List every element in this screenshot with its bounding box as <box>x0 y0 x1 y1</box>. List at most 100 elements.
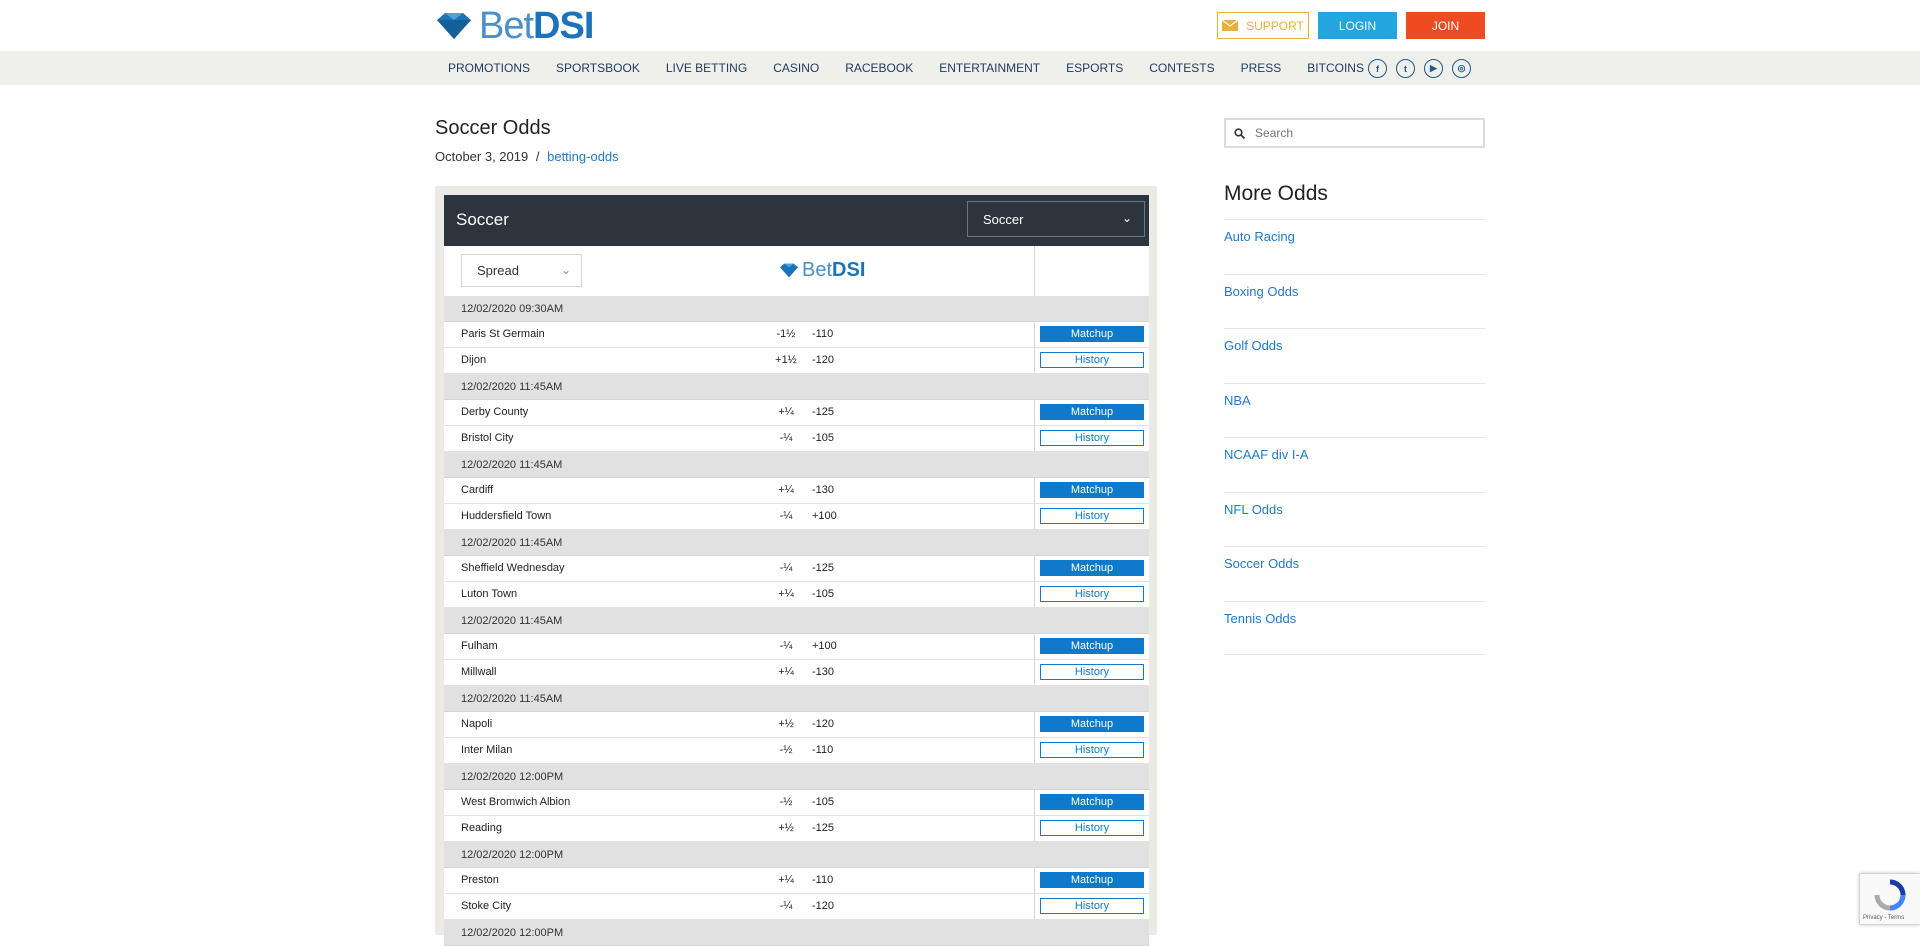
diamond-icon <box>780 263 798 278</box>
join-button[interactable]: JOIN <box>1406 12 1485 39</box>
column-divider <box>1034 738 1035 763</box>
history-button[interactable]: History <box>1040 742 1144 758</box>
matchup-button[interactable]: Matchup <box>1040 872 1144 888</box>
matchup-button[interactable]: Matchup <box>1040 716 1144 732</box>
spread-value: -¼ <box>779 640 793 652</box>
matchup-button[interactable]: Matchup <box>1040 326 1144 342</box>
spread-value: +½ <box>778 718 794 730</box>
table-row: Derby County +¼ -125 Matchup <box>444 400 1149 426</box>
chevron-down-icon: ⌄ <box>1121 211 1132 225</box>
more-odds-link[interactable]: NFL Odds <box>1224 493 1485 517</box>
history-button[interactable]: History <box>1040 898 1144 914</box>
team-name: Cardiff <box>461 484 494 496</box>
column-divider <box>1034 634 1035 659</box>
recaptcha-icon <box>1874 879 1906 911</box>
column-divider <box>1034 348 1035 373</box>
table-row: Napoli +½ -120 Matchup <box>444 712 1149 738</box>
team-name: Millwall <box>461 666 497 678</box>
market-select[interactable]: Spread ⌄ <box>461 254 582 287</box>
support-button[interactable]: SUPPORT <box>1217 12 1309 39</box>
betdsi-logo[interactable]: BetDSI <box>435 5 594 47</box>
table-row: Preston +¼ -110 Matchup <box>444 868 1149 894</box>
column-divider <box>1034 582 1035 607</box>
team-name: Huddersfield Town <box>461 510 552 522</box>
nav-item[interactable]: BITCOINS <box>1307 61 1364 75</box>
table-row: Huddersfield Town -¼ +100 History <box>444 504 1149 530</box>
more-odds-link[interactable]: Auto Racing <box>1224 220 1485 244</box>
twitter-icon[interactable]: t <box>1396 59 1415 78</box>
more-odds-link[interactable]: Tennis Odds <box>1224 602 1485 626</box>
team-name: Inter Milan <box>461 744 513 756</box>
more-odds-link[interactable]: Golf Odds <box>1224 329 1485 353</box>
logo-text-bold: DSI <box>533 5 594 47</box>
post-date: October 3, 2019 <box>435 149 529 164</box>
odds-value: -125 <box>812 406 835 418</box>
odds-value: -125 <box>812 822 835 834</box>
odds-value: +100 <box>812 510 837 522</box>
search-input[interactable] <box>1253 125 1477 141</box>
nav-item[interactable]: CASINO <box>773 61 819 75</box>
game-date-row: 12/02/2020 11:45AM <box>444 374 1149 400</box>
column-divider <box>1034 790 1035 815</box>
login-label: LOGIN <box>1338 18 1377 33</box>
more-odds-link[interactable]: NCAAF div I-A <box>1224 438 1485 462</box>
odds-value: +100 <box>812 640 837 652</box>
odds-value: -130 <box>812 484 835 496</box>
meta-separator: / <box>535 149 540 164</box>
support-label: SUPPORT <box>1246 18 1304 33</box>
nav-item[interactable]: ENTERTAINMENT <box>939 61 1040 75</box>
recaptcha-text: Privacy - Terms <box>1863 915 1905 921</box>
more-odds-link[interactable]: Soccer Odds <box>1224 547 1485 571</box>
page-title: Soccer Odds <box>435 117 551 139</box>
more-odds-link[interactable]: Boxing Odds <box>1224 275 1485 299</box>
facebook-icon[interactable]: f <box>1368 59 1387 78</box>
nav-item[interactable]: LIVE BETTING <box>666 61 747 75</box>
table-row: Bristol City -¼ -105 History <box>444 426 1149 452</box>
sport-select-value: Soccer <box>983 211 1024 227</box>
instagram-icon[interactable]: ◎ <box>1452 59 1471 78</box>
market-select-value: Spread <box>477 263 519 278</box>
nav-item[interactable]: PROMOTIONS <box>448 61 530 75</box>
nav-item[interactable]: SPORTSBOOK <box>556 61 640 75</box>
history-button[interactable]: History <box>1040 508 1144 524</box>
spread-value: -½ <box>779 744 793 756</box>
matchup-button[interactable]: Matchup <box>1040 404 1144 420</box>
sport-select[interactable]: Soccer ⌄ <box>967 201 1145 237</box>
history-button[interactable]: History <box>1040 430 1144 446</box>
nav-item[interactable]: PRESS <box>1241 61 1282 75</box>
spread-value: +¼ <box>778 666 794 678</box>
spread-value: +½ <box>778 822 794 834</box>
matchup-button[interactable]: Matchup <box>1040 482 1144 498</box>
matchup-button[interactable]: Matchup <box>1040 794 1144 810</box>
odds-value: -120 <box>812 900 835 912</box>
odds-table: 12/02/2020 09:30AM Paris St Germain -1½ -11… <box>444 296 1149 946</box>
game-date-row: 12/02/2020 12:00PM <box>444 920 1149 946</box>
category-link[interactable]: betting-odds <box>547 149 619 164</box>
nav-items: PROMOTIONS SPORTSBOOK LIVE BETTING CASINO RA… <box>435 51 1377 85</box>
more-odds-list: Auto Racing Boxing Odds Golf Odds NBA NCAAF … <box>1224 219 1485 655</box>
diamond-icon <box>437 13 471 39</box>
history-button[interactable]: History <box>1040 586 1144 602</box>
history-button[interactable]: History <box>1040 664 1144 680</box>
youtube-icon[interactable]: ▶ <box>1424 59 1443 78</box>
recaptcha-badge[interactable]: Privacy - Terms <box>1859 873 1920 925</box>
search-icon <box>1234 127 1245 139</box>
history-button[interactable]: History <box>1040 820 1144 836</box>
nav-item[interactable]: CONTESTS <box>1149 61 1214 75</box>
nav-item[interactable]: RACEBOOK <box>845 61 913 75</box>
post-meta: October 3, 2019 / betting-odds <box>435 149 619 164</box>
table-row: Cardiff +¼ -130 Matchup <box>444 478 1149 504</box>
list-item: Tennis Odds <box>1224 600 1485 655</box>
matchup-button[interactable]: Matchup <box>1040 560 1144 576</box>
top-header: BetDSI SUPPORT LOGIN JOIN <box>0 0 1920 51</box>
list-item: Golf Odds <box>1224 328 1485 383</box>
search-box[interactable] <box>1224 118 1485 148</box>
table-row: Millwall +¼ -130 History <box>444 660 1149 686</box>
history-button[interactable]: History <box>1040 352 1144 368</box>
spread-value: -1½ <box>776 328 796 340</box>
login-button[interactable]: LOGIN <box>1318 12 1397 39</box>
more-odds-link[interactable]: NBA <box>1224 384 1485 408</box>
column-divider <box>1034 894 1035 919</box>
matchup-button[interactable]: Matchup <box>1040 638 1144 654</box>
nav-item[interactable]: ESPORTS <box>1066 61 1123 75</box>
